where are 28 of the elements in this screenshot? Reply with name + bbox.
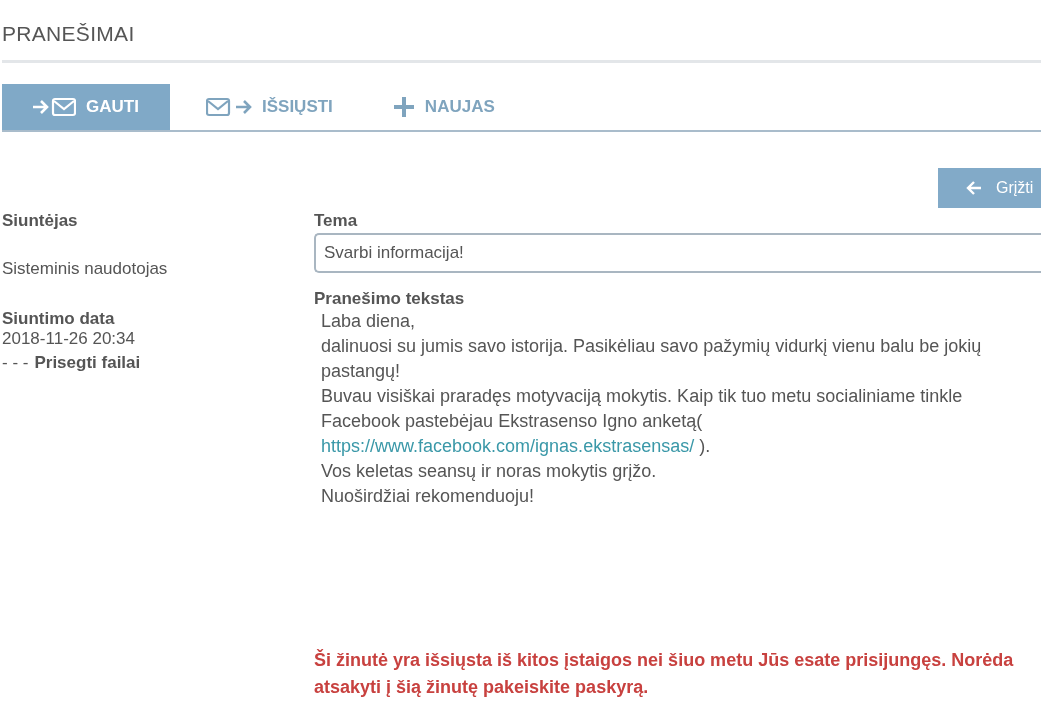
inbox-icon: [32, 97, 76, 117]
message-text: Facebook pastebėjau Ekstrasenso Igno anketą(: [321, 410, 704, 433]
message-text: pastangų!: [321, 360, 402, 383]
tab[interactable]: NAUJAS: [362, 84, 519, 130]
outbox-icon: [206, 97, 252, 117]
page-title: PRANEŠIMAI: [2, 0, 1041, 63]
field-label: Tema: [314, 211, 359, 231]
warning-text: Ši žinutė yra išsiųsta iš kitos įstaigos nei šiuo metu Jūs esate prisijungęs. Norėda atsakyti į šią žinutę pakeiskite paskyrą.: [314, 648, 1015, 699]
field-label: Pranešimo tekstas: [314, 289, 466, 309]
dashes: - - -: [2, 353, 29, 373]
message-text: Vos keletas seansų ir noras mokytis grįžo.: [321, 460, 658, 483]
plus-icon: [392, 96, 415, 118]
field-label: Siuntėjas: [2, 211, 79, 231]
field-value: 2018-11-26 20:34: [2, 329, 136, 349]
tab[interactable]: IŠSIŲSTI: [176, 84, 357, 130]
message-text: dalinuosi su jumis savo istorija. Pasikėliau savo pažymių vidurkį vienu balu be jokių: [321, 335, 983, 358]
message-text: ).: [698, 436, 711, 456]
message-text: Laba diena,: [321, 310, 417, 333]
back-button[interactable]: Grįžti: [938, 168, 1041, 208]
arrow-left-icon: [966, 181, 982, 195]
message-text: Buvau visiškai praradęs motyvaciją mokytis. Kaip tik tuo metu socialiniame tinkle: [321, 385, 964, 408]
attachments-label[interactable]: Prisegti failai: [34, 353, 141, 373]
subject-field[interactable]: Svarbi informacija!: [314, 233, 1041, 273]
link[interactable]: https://www.facebook.com/ignas.ekstrasensas/: [321, 436, 695, 456]
field-value: Sisteminis naudotojas: [2, 259, 169, 279]
message-text: Nuoširdžiai rekomenduoju!: [321, 485, 536, 508]
tab[interactable]: GAUTI: [2, 84, 170, 130]
field-label: Siuntimo data: [2, 309, 116, 329]
